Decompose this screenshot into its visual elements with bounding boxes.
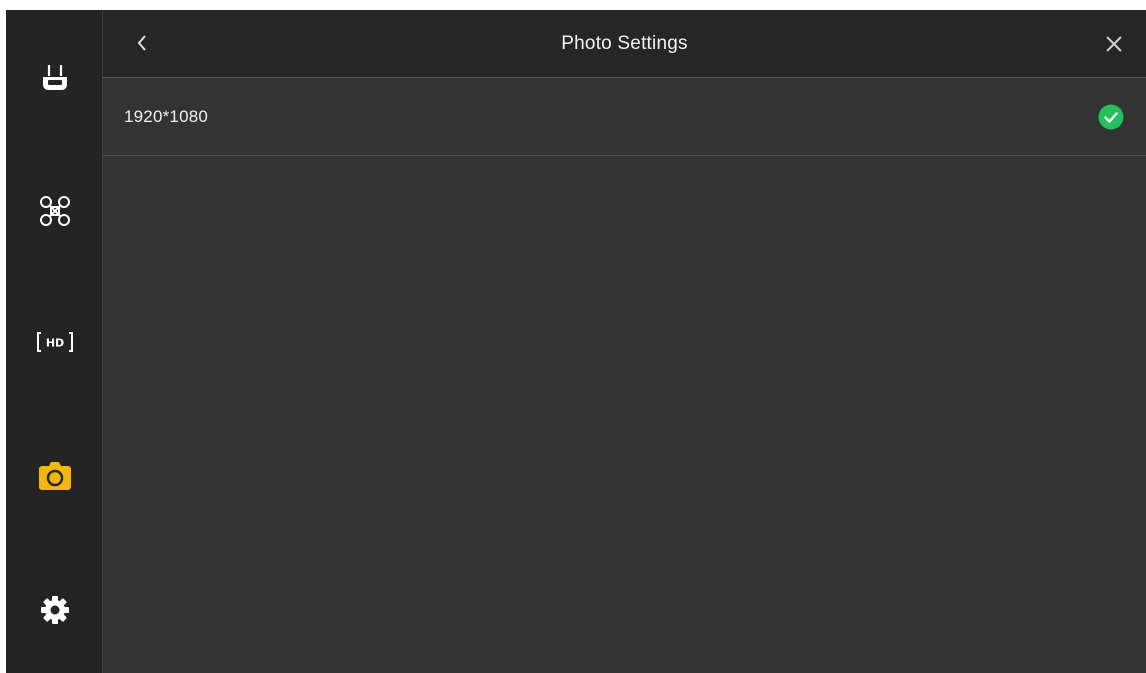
page-title: Photo Settings [561, 32, 688, 54]
sidebar-item-aircraft[interactable] [6, 183, 103, 239]
sidebar-item-settings[interactable] [6, 582, 103, 638]
sidebar-item-hd-transmission[interactable]: HD [6, 314, 103, 370]
resolution-option-row[interactable]: 1920*1080 [103, 78, 1146, 156]
hd-transmission-icon: HD [36, 332, 73, 352]
svg-text:HD: HD [45, 337, 63, 350]
gear-icon [40, 596, 69, 624]
drone-icon [39, 196, 70, 226]
close-icon [1106, 36, 1122, 52]
sidebar-item-remote-controller[interactable] [6, 51, 103, 107]
main-panel: Photo Settings 1920*1080 [103, 10, 1146, 673]
resolution-option-label: 1920*1080 [124, 106, 209, 126]
chevron-left-icon [137, 35, 146, 51]
header-bar: Photo Settings [103, 10, 1146, 78]
remote-controller-icon [42, 65, 67, 90]
back-button[interactable] [127, 28, 157, 58]
check-circle-icon [1098, 104, 1124, 130]
camera-icon [38, 462, 71, 490]
sidebar-item-camera[interactable] [6, 448, 103, 504]
sidebar: HD [6, 10, 103, 673]
close-button[interactable] [1098, 28, 1130, 60]
app-window: HD Photo Settings 1920*1080 [6, 10, 1146, 673]
